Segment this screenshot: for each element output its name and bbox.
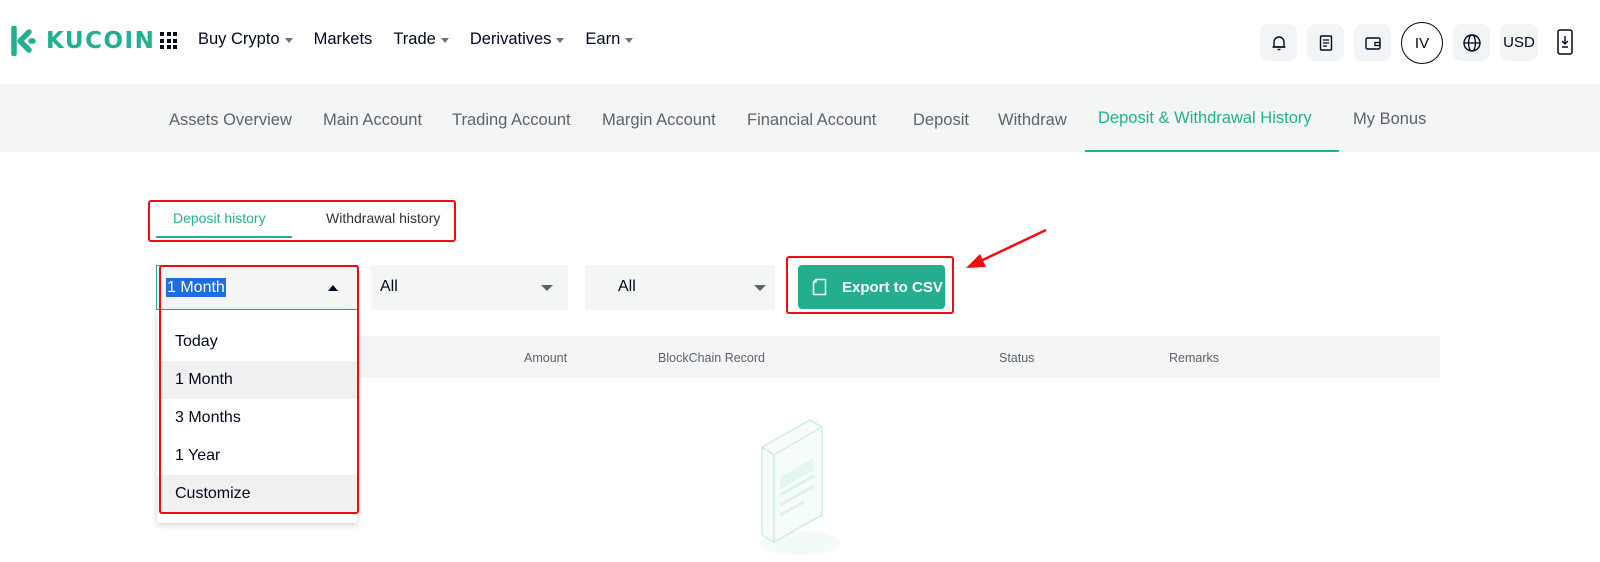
globe-icon (1462, 33, 1481, 52)
caret-down-icon (625, 38, 634, 43)
language-button[interactable] (1453, 24, 1490, 61)
subnav-main-account[interactable]: Main Account (323, 111, 422, 130)
nav-derivatives[interactable]: Derivatives (470, 30, 565, 49)
logo-text: KUCOIN (46, 28, 156, 54)
red-arrow-annotation (966, 228, 1047, 268)
subnav-trading-account[interactable]: Trading Account (452, 111, 571, 130)
caret-down-icon (541, 285, 553, 291)
nav-buy-crypto[interactable]: Buy Crypto (198, 30, 293, 49)
nav-label: Trade (393, 30, 436, 48)
subnav-deposit-withdrawal-history[interactable]: Deposit & Withdrawal History (1098, 109, 1312, 128)
caret-down-icon (754, 285, 766, 291)
nav-earn[interactable]: Earn (585, 30, 634, 49)
export-highlight-box (786, 256, 954, 314)
caret-down-icon (284, 38, 293, 43)
wallet-button[interactable] (1354, 24, 1391, 61)
empty-state-illustration (760, 419, 840, 555)
nav-label: Markets (313, 30, 373, 48)
avatar[interactable]: IV (1401, 22, 1443, 64)
table-header (357, 336, 1440, 378)
apps-grid-icon[interactable] (160, 32, 177, 49)
orders-icon (1319, 34, 1332, 51)
account-subnav: Assets Overview Main Account Trading Acc… (0, 84, 1600, 152)
wallet-icon (1364, 36, 1381, 50)
nav-label: Buy Crypto (198, 30, 280, 48)
subnav-deposit[interactable]: Deposit (913, 111, 969, 130)
currency-selector[interactable]: USD (1500, 24, 1538, 61)
main-nav: Buy Crypto Markets Trade Derivatives Ear… (198, 30, 654, 49)
subnav-my-bonus[interactable]: My Bonus (1353, 110, 1426, 129)
column-amount: Amount (524, 351, 568, 365)
coin-select-value: All (380, 278, 398, 295)
status-select[interactable]: All (585, 265, 775, 310)
bell-icon (1272, 35, 1285, 50)
column-remarks: Remarks (1169, 351, 1220, 365)
status-select-value: All (618, 278, 636, 295)
top-navbar: KUCOIN Buy Crypto Markets Trade Derivati… (0, 0, 1600, 84)
nav-markets[interactable]: Markets (314, 30, 373, 49)
subnav-margin-account[interactable]: Margin Account (602, 111, 716, 130)
subnav-withdraw[interactable]: Withdraw (998, 111, 1067, 130)
download-app-icon (1557, 29, 1573, 55)
dropdown-highlight-box (159, 265, 359, 514)
kucoin-logo[interactable]: KUCOIN (10, 24, 155, 58)
notifications-button[interactable] (1260, 24, 1297, 61)
nav-trade[interactable]: Trade (393, 30, 449, 49)
download-app-button[interactable] (1556, 29, 1574, 60)
orders-button[interactable] (1307, 24, 1344, 61)
column-blockchain-record: BlockChain Record (658, 351, 765, 365)
tabs-highlight-box (148, 200, 456, 242)
nav-label: Earn (585, 30, 621, 48)
caret-down-icon (556, 38, 565, 43)
subnav-assets-overview[interactable]: Assets Overview (169, 111, 292, 130)
kucoin-logo-icon (11, 26, 36, 56)
coin-select[interactable]: All (371, 265, 568, 310)
active-tab-underline (1085, 150, 1339, 152)
subnav-financial-account[interactable]: Financial Account (747, 111, 876, 130)
column-status: Status (999, 351, 1035, 365)
caret-down-icon (440, 38, 449, 43)
nav-label: Derivatives (469, 30, 552, 48)
